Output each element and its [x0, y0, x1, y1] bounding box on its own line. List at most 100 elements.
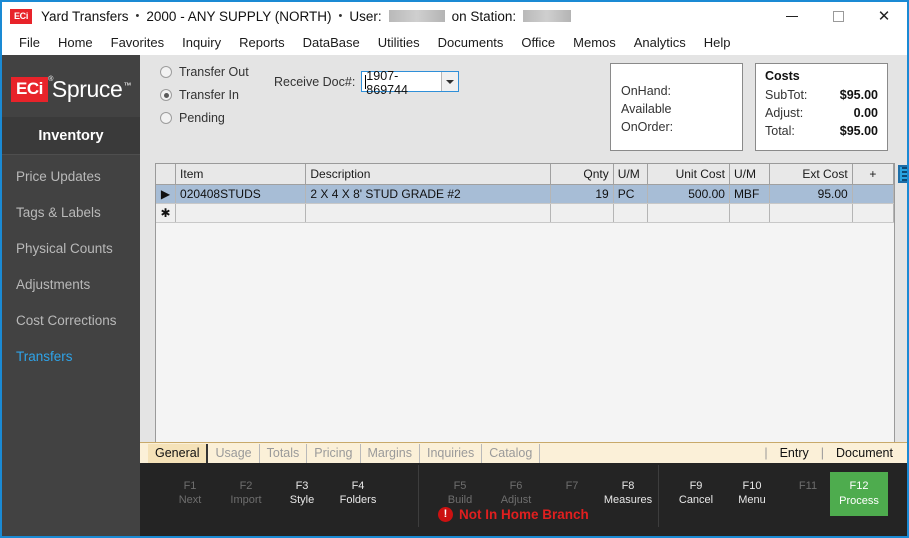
fn-key-f4-folders[interactable]: F4 Folders — [330, 471, 386, 507]
menu-item-utilities[interactable]: Utilities — [369, 33, 429, 52]
receive-doc-combobox[interactable]: 1907-869744 — [361, 69, 460, 97]
sidebar-item-physical-counts[interactable]: Physical Counts — [2, 233, 140, 263]
fn-f4-label: Folders — [339, 494, 377, 506]
window-controls: ✕ — [769, 2, 907, 30]
tab-general[interactable]: General — [148, 443, 209, 463]
cell-um-1[interactable]: PC — [613, 184, 649, 204]
new-cell-description[interactable] — [305, 203, 551, 223]
radio-transfer-in-icon[interactable] — [160, 89, 172, 101]
fn-key-f3-style[interactable]: F3 Style — [274, 471, 330, 507]
cell-ext-cost[interactable]: 95.00 — [769, 184, 853, 204]
menu-item-memos[interactable]: Memos — [564, 33, 625, 52]
cell-description[interactable]: 2 X 4 X 8' STUD GRADE #2 — [305, 184, 551, 204]
radio-transfer-out-label: Transfer Out — [179, 65, 249, 79]
menu-item-office[interactable]: Office — [512, 33, 564, 52]
fn-key-f8-measures[interactable]: F8 Measures — [600, 471, 656, 507]
tab-margins[interactable]: Margins — [361, 443, 420, 463]
fn-key-f2-import[interactable]: F2 Import — [218, 471, 274, 507]
menu-item-favorites[interactable]: Favorites — [102, 33, 173, 52]
tab-pricing[interactable]: Pricing — [307, 443, 361, 463]
grid-options-icon[interactable] — [898, 165, 907, 183]
cell-add[interactable] — [852, 184, 895, 204]
maximize-button[interactable] — [815, 2, 861, 30]
tab-divider-2: | — [820, 446, 825, 460]
tab-inquiries[interactable]: Inquiries — [420, 443, 483, 463]
table-row[interactable]: ▶ 020408STUDS 2 X 4 X 8' STUD GRADE #2 1… — [156, 184, 895, 204]
sidebar-item-transfers[interactable]: Transfers — [2, 341, 140, 371]
receive-doc-input[interactable]: 1907-869744 — [362, 69, 441, 97]
tab-bar-right-actions: | Entry | Document — [752, 446, 907, 460]
radio-transfer-out-icon[interactable] — [160, 66, 172, 78]
column-header-ext-cost[interactable]: Ext Cost — [769, 164, 853, 185]
fn-key-f9-cancel[interactable]: F9 Cancel — [668, 471, 724, 507]
costs-subtotal-label: SubTot: — [765, 88, 808, 102]
costs-row-adjust: Adjust: 0.00 — [765, 104, 878, 122]
radio-transfer-in[interactable]: Transfer In — [160, 88, 249, 102]
menu-item-inquiry[interactable]: Inquiry — [173, 33, 230, 52]
cell-um-2[interactable]: MBF — [729, 184, 771, 204]
fn-f8-key: F8 — [621, 480, 635, 492]
column-header-um-2[interactable]: U/M — [729, 164, 771, 185]
new-cell-um-2[interactable] — [729, 203, 771, 223]
costs-row-total: Total: $95.00 — [765, 122, 878, 140]
fn-f9-label: Cancel — [678, 494, 714, 506]
available-label: Available — [621, 102, 672, 116]
new-row-marker-icon: ✱ — [156, 203, 177, 223]
tab-entry[interactable]: Entry — [780, 446, 809, 460]
sidebar-item-adjustments[interactable]: Adjustments — [2, 269, 140, 299]
fn-key-f6-adjust[interactable]: F6 Adjust — [488, 471, 544, 507]
radio-pending-icon[interactable] — [160, 112, 172, 124]
menu-item-database[interactable]: DataBase — [294, 33, 369, 52]
line-items-grid[interactable]: Item Description Qnty U/M Unit Cost U/M … — [155, 163, 907, 476]
new-cell-item[interactable] — [175, 203, 307, 223]
station-label: on Station: — [451, 8, 517, 24]
sidebar-item-tags-labels[interactable]: Tags & Labels — [2, 197, 140, 227]
cell-qnty[interactable]: 19 — [550, 184, 614, 204]
costs-total-label: Total: — [765, 124, 795, 138]
tab-usage[interactable]: Usage — [208, 443, 260, 463]
sidebar: ECi ® Spruce™ Inventory Price Updates Tag… — [2, 55, 140, 536]
fn-f1-label: Next — [178, 494, 202, 506]
minimize-button[interactable] — [769, 2, 815, 30]
sidebar-item-price-updates[interactable]: Price Updates — [2, 161, 140, 191]
fn-key-f7[interactable]: F7 — [544, 471, 600, 507]
tab-catalog[interactable]: Catalog — [482, 443, 541, 463]
application-window: ECi Yard Transfers • 2000 - ANY SUPPLY (… — [0, 0, 909, 538]
fn-key-f12-process-button[interactable]: F12 Process — [830, 472, 888, 516]
column-header-add[interactable]: + — [852, 164, 895, 185]
fn-key-f11[interactable]: F11 — [780, 471, 836, 507]
fn-f10-label: Menu — [738, 494, 766, 506]
new-cell-add[interactable] — [852, 203, 895, 223]
radio-transfer-out[interactable]: Transfer Out — [160, 65, 249, 79]
chevron-down-icon[interactable] — [441, 72, 459, 91]
column-header-um-1[interactable]: U/M — [613, 164, 649, 185]
column-header-description[interactable]: Description — [305, 164, 551, 185]
menu-item-file[interactable]: File — [10, 33, 49, 52]
menu-bar: File Home Favorites Inquiry Reports Data… — [2, 30, 907, 55]
new-cell-ext-cost[interactable] — [769, 203, 853, 223]
fn-key-f5-build[interactable]: F5 Build — [432, 471, 488, 507]
fn-f10-key: F10 — [742, 480, 762, 492]
new-cell-um-1[interactable] — [613, 203, 649, 223]
menu-item-help[interactable]: Help — [695, 33, 740, 52]
column-header-unit-cost[interactable]: Unit Cost — [647, 164, 730, 185]
table-new-row[interactable]: ✱ — [156, 203, 895, 223]
tab-document[interactable]: Document — [836, 446, 893, 460]
column-header-qnty[interactable]: Qnty — [550, 164, 614, 185]
tab-totals[interactable]: Totals — [260, 443, 308, 463]
function-group-3: F9 Cancel F10 Menu F11 — [668, 471, 836, 507]
fn-key-f10-menu[interactable]: F10 Menu — [724, 471, 780, 507]
fn-key-f1-next[interactable]: F1 Next — [162, 471, 218, 507]
new-cell-qnty[interactable] — [550, 203, 614, 223]
cell-unit-cost[interactable]: 500.00 — [647, 184, 730, 204]
radio-pending[interactable]: Pending — [160, 111, 249, 125]
menu-item-home[interactable]: Home — [49, 33, 102, 52]
menu-item-analytics[interactable]: Analytics — [625, 33, 695, 52]
menu-item-reports[interactable]: Reports — [230, 33, 294, 52]
sidebar-item-cost-corrections[interactable]: Cost Corrections — [2, 305, 140, 335]
close-button[interactable]: ✕ — [861, 2, 907, 30]
column-header-item[interactable]: Item — [175, 164, 307, 185]
cell-item[interactable]: 020408STUDS — [175, 184, 307, 204]
new-cell-unit-cost[interactable] — [647, 203, 730, 223]
menu-item-documents[interactable]: Documents — [429, 33, 513, 52]
